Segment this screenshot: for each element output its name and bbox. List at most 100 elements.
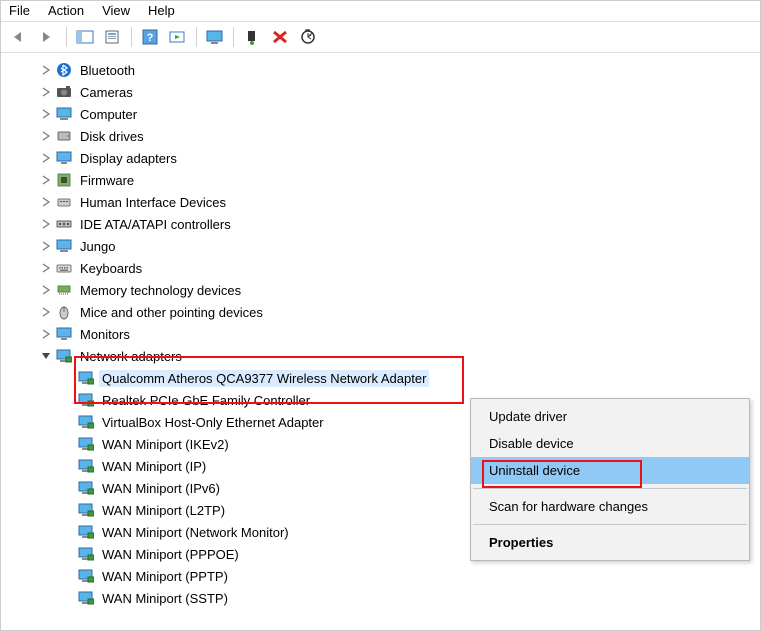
tree-item-label: Realtek PCIe GbE Family Controller	[99, 392, 313, 409]
install-icon	[243, 29, 261, 45]
menu-view[interactable]: View	[102, 3, 130, 18]
category-ide-ata-atapi-controllers[interactable]: IDE ATA/ATAPI controllers	[7, 213, 760, 235]
category-firmware[interactable]: Firmware	[7, 169, 760, 191]
expander-spacer	[61, 569, 75, 583]
monitor-button[interactable]	[202, 25, 228, 49]
toolbar-separator	[233, 27, 234, 47]
context-properties[interactable]: Properties	[471, 529, 749, 556]
expand-icon[interactable]	[39, 327, 53, 341]
monitor-icon	[206, 29, 224, 45]
context-separator	[473, 524, 747, 525]
toolbar-separator	[131, 27, 132, 47]
network-icon	[77, 546, 95, 562]
category-human-interface-devices[interactable]: Human Interface Devices	[7, 191, 760, 213]
tree-item-label: WAN Miniport (Network Monitor)	[99, 524, 292, 541]
expand-icon[interactable]	[39, 85, 53, 99]
menu-action[interactable]: Action	[48, 3, 84, 18]
tree-pane-icon	[76, 30, 94, 44]
context-separator	[473, 488, 747, 489]
computer-icon	[55, 106, 73, 122]
context-uninstall-device[interactable]: Uninstall device	[471, 457, 749, 484]
device-item[interactable]: WAN Miniport (SSTP)	[7, 587, 760, 609]
tree-item-label: Cameras	[77, 84, 136, 101]
toolbar: ?	[1, 22, 760, 53]
category-mice-and-other-pointing-devices[interactable]: Mice and other pointing devices	[7, 301, 760, 323]
category-network-adapters[interactable]: Network adapters	[7, 345, 760, 367]
expander-spacer	[61, 481, 75, 495]
expander-spacer	[61, 503, 75, 517]
network-icon	[77, 414, 95, 430]
svg-text:?: ?	[147, 32, 154, 44]
properties-button[interactable]	[100, 25, 126, 49]
tree-item-label: WAN Miniport (IP)	[99, 458, 209, 475]
category-monitors[interactable]: Monitors	[7, 323, 760, 345]
bluetooth-icon	[55, 62, 73, 78]
back-button[interactable]	[7, 25, 33, 49]
expand-icon[interactable]	[39, 239, 53, 253]
category-computer[interactable]: Computer	[7, 103, 760, 125]
menu-help[interactable]: Help	[148, 3, 175, 18]
expand-icon[interactable]	[39, 261, 53, 275]
expand-icon[interactable]	[39, 129, 53, 143]
action-button[interactable]	[165, 25, 191, 49]
context-update-driver[interactable]: Update driver	[471, 403, 749, 430]
menu-file[interactable]: File	[9, 3, 30, 18]
context-scan-hardware[interactable]: Scan for hardware changes	[471, 493, 749, 520]
category-keyboards[interactable]: Keyboards	[7, 257, 760, 279]
network-icon	[77, 392, 95, 408]
network-icon	[55, 348, 73, 364]
expander-spacer	[61, 437, 75, 451]
expand-icon[interactable]	[39, 63, 53, 77]
context-disable-device[interactable]: Disable device	[471, 430, 749, 457]
device-item[interactable]: Qualcomm Atheros QCA9377 Wireless Networ…	[7, 367, 760, 389]
uninstall-button[interactable]	[267, 25, 293, 49]
scan-icon	[299, 29, 317, 45]
expander-spacer	[61, 591, 75, 605]
tree-item-label: WAN Miniport (SSTP)	[99, 590, 231, 607]
install-legacy-button[interactable]	[239, 25, 265, 49]
category-memory-technology-devices[interactable]: Memory technology devices	[7, 279, 760, 301]
remove-x-icon	[271, 29, 289, 45]
help-icon: ?	[141, 29, 159, 45]
tree-item-label: Human Interface Devices	[77, 194, 229, 211]
tree-item-label: Display adapters	[77, 150, 180, 167]
tree-item-label: Bluetooth	[77, 62, 138, 79]
expander-spacer	[61, 371, 75, 385]
expand-icon[interactable]	[39, 217, 53, 231]
toolbar-separator	[196, 27, 197, 47]
forward-button[interactable]	[35, 25, 61, 49]
expander-spacer	[61, 415, 75, 429]
expand-icon[interactable]	[39, 151, 53, 165]
category-display-adapters[interactable]: Display adapters	[7, 147, 760, 169]
properties-icon	[104, 30, 122, 44]
tree-item-label: WAN Miniport (IPv6)	[99, 480, 223, 497]
expander-spacer	[61, 459, 75, 473]
category-bluetooth[interactable]: Bluetooth	[7, 59, 760, 81]
category-jungo[interactable]: Jungo	[7, 235, 760, 257]
tree-item-label: Firmware	[77, 172, 137, 189]
expand-icon[interactable]	[39, 305, 53, 319]
expand-icon[interactable]	[39, 173, 53, 187]
network-icon	[77, 590, 95, 606]
category-disk-drives[interactable]: Disk drives	[7, 125, 760, 147]
device-item[interactable]: WAN Miniport (PPTP)	[7, 565, 760, 587]
tree-item-label: Computer	[77, 106, 140, 123]
disk-icon	[55, 128, 73, 144]
tree-item-label: Keyboards	[77, 260, 145, 277]
firmware-icon	[55, 172, 73, 188]
expander-spacer	[61, 547, 75, 561]
network-icon	[77, 370, 95, 386]
expand-icon[interactable]	[39, 107, 53, 121]
tree-item-label: WAN Miniport (L2TP)	[99, 502, 228, 519]
network-icon	[77, 524, 95, 540]
expander-spacer	[61, 393, 75, 407]
show-hide-tree-button[interactable]	[72, 25, 98, 49]
mouse-icon	[55, 304, 73, 320]
collapse-icon[interactable]	[39, 349, 53, 363]
scan-button[interactable]	[295, 25, 321, 49]
expand-icon[interactable]	[39, 283, 53, 297]
expand-icon[interactable]	[39, 195, 53, 209]
help-button[interactable]: ?	[137, 25, 163, 49]
network-icon	[77, 502, 95, 518]
category-cameras[interactable]: Cameras	[7, 81, 760, 103]
